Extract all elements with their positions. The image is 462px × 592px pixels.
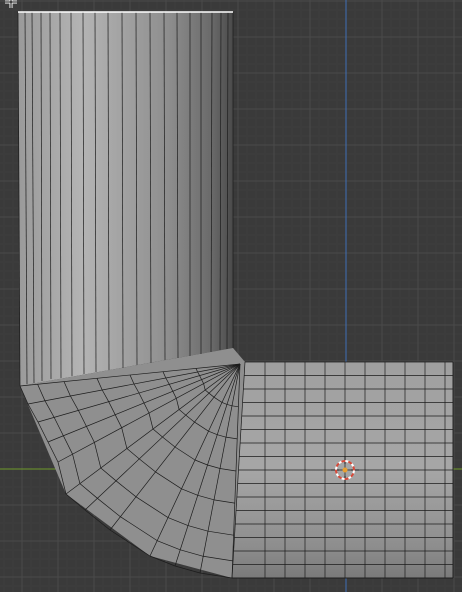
3d-viewport[interactable] [0, 0, 462, 592]
